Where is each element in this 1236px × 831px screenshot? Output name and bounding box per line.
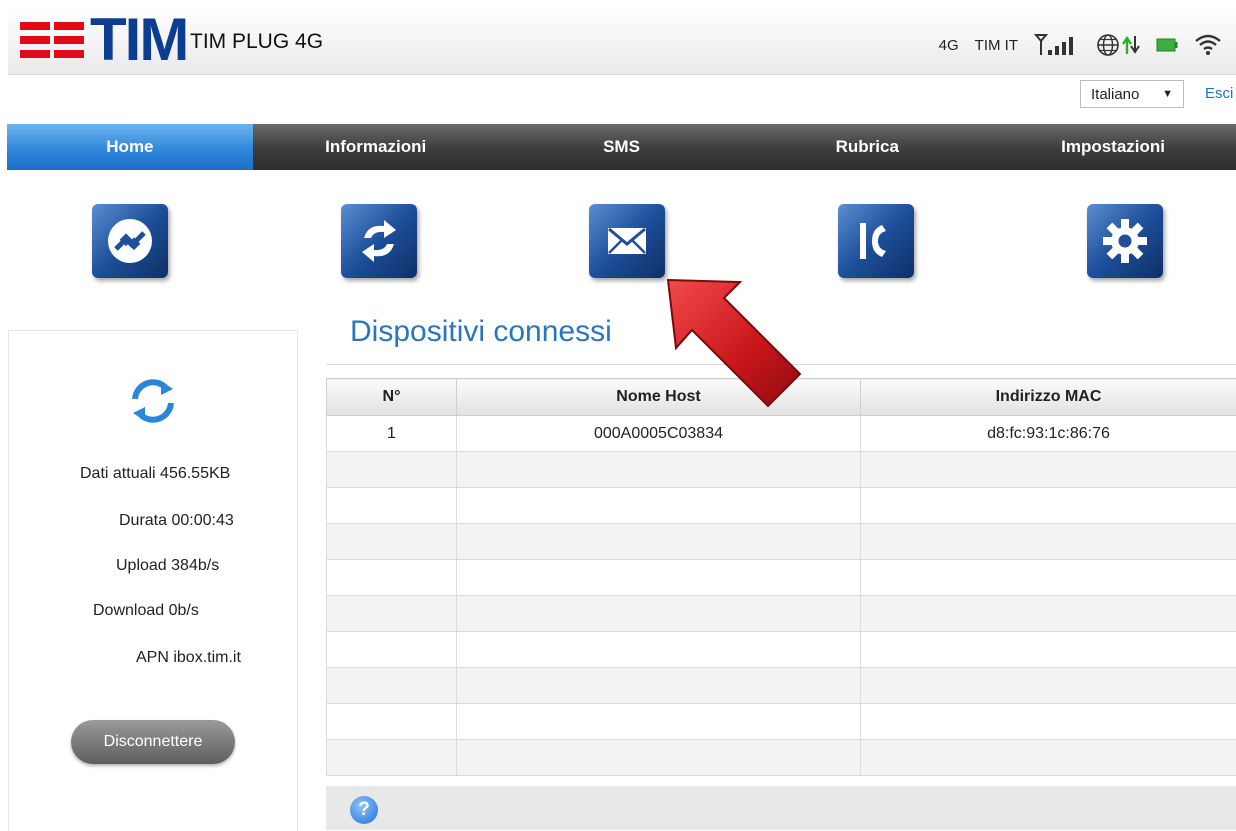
logo-text: TIM <box>90 10 187 70</box>
globe-icon <box>1096 33 1120 57</box>
stat-upload: Upload 384b/s <box>116 557 219 575</box>
nav-home[interactable]: Home <box>7 124 253 170</box>
logout-link[interactable]: Esci <box>1205 85 1233 102</box>
table-cell <box>861 632 1236 668</box>
table-cell <box>861 560 1236 596</box>
table-cell <box>457 632 861 668</box>
main-nav: Home Informazioni SMS Rubrica Impostazio… <box>7 124 1236 170</box>
settings-icon <box>1100 216 1150 266</box>
table-row <box>327 632 1236 668</box>
carrier-name: TIM IT <box>975 37 1018 54</box>
status-bar: 4G TIM IT <box>939 30 1222 60</box>
table-cell <box>457 560 861 596</box>
wifi-icon <box>1194 32 1222 58</box>
table-cell <box>327 668 457 704</box>
table-row <box>327 740 1236 776</box>
table-cell <box>457 704 861 740</box>
table-cell <box>327 596 457 632</box>
table-cell <box>327 488 457 524</box>
stat-duration: Durata 00:00:43 <box>119 512 234 530</box>
language-select[interactable]: Italiano ▼ <box>1080 80 1184 108</box>
table-cell: d8:fc:93:1c:86:76 <box>861 416 1236 452</box>
table-cell: 000A0005C03834 <box>457 416 861 452</box>
table-cell <box>457 452 861 488</box>
table-row <box>327 524 1236 560</box>
table-cell <box>861 524 1236 560</box>
globe-data-group <box>1096 33 1140 57</box>
language-selected: Italiano <box>1091 86 1139 103</box>
table-cell <box>861 668 1236 704</box>
column-header: N° <box>327 379 457 416</box>
table-cell <box>327 452 457 488</box>
help-icon[interactable]: ? <box>350 796 378 824</box>
stat-apn: APN ibox.tim.it <box>136 649 241 667</box>
nav-sms[interactable]: SMS <box>499 124 745 170</box>
refresh-icon[interactable] <box>127 375 179 427</box>
connection-status-panel: Dati attuali 456.55KB Durata 00:00:43 Up… <box>8 330 298 831</box>
table-cell <box>457 740 861 776</box>
dropdown-arrow-icon: ▼ <box>1162 88 1173 100</box>
column-header: Indirizzo MAC <box>861 379 1236 416</box>
section-title: Dispositivi connessi <box>350 315 612 349</box>
nav-impostazioni[interactable]: Impostazioni <box>990 124 1236 170</box>
table-row <box>327 596 1236 632</box>
phonebook-shortcut[interactable] <box>838 204 914 278</box>
table-cell <box>327 632 457 668</box>
disconnect-button[interactable]: Disconnettere <box>71 720 235 764</box>
phone-icon <box>856 217 896 265</box>
table-row <box>327 488 1236 524</box>
table-cell <box>327 740 457 776</box>
connection-icon <box>104 215 156 267</box>
footer-bar: ? <box>326 786 1236 830</box>
connection-shortcut[interactable] <box>92 204 168 278</box>
table-cell <box>327 560 457 596</box>
product-name: TIM PLUG 4G <box>190 30 323 54</box>
network-type: 4G <box>939 37 959 54</box>
nav-informazioni[interactable]: Informazioni <box>253 124 499 170</box>
table-cell <box>457 596 861 632</box>
red-arrow-icon <box>660 270 810 420</box>
signal-icon <box>1034 33 1080 57</box>
table-cell <box>457 668 861 704</box>
table-row <box>327 560 1236 596</box>
mail-icon <box>606 225 648 257</box>
table-cell <box>861 596 1236 632</box>
data-transfer-icon <box>1122 34 1140 56</box>
settings-shortcut[interactable] <box>1087 204 1163 278</box>
table-cell <box>861 452 1236 488</box>
table-cell <box>861 488 1236 524</box>
stat-download: Download 0b/s <box>93 602 199 620</box>
sms-shortcut[interactable] <box>589 204 665 278</box>
table-cell <box>861 704 1236 740</box>
stat-data: Dati attuali 456.55KB <box>80 465 230 483</box>
table-row <box>327 668 1236 704</box>
table-row <box>327 452 1236 488</box>
devices-table: N° Nome Host Indirizzo MAC 1000A0005C038… <box>326 378 1236 776</box>
table-cell <box>861 740 1236 776</box>
table-row <box>327 704 1236 740</box>
sync-icon <box>354 216 404 266</box>
top-header: TIM TIM PLUG 4G 4G TIM IT <box>8 8 1236 75</box>
table-cell <box>457 488 861 524</box>
tim-logo-icon <box>20 16 84 64</box>
table-row: 1000A0005C03834d8:fc:93:1c:86:76 <box>327 416 1236 452</box>
table-cell <box>457 524 861 560</box>
table-cell <box>327 524 457 560</box>
sync-shortcut[interactable] <box>341 204 417 278</box>
nav-rubrica[interactable]: Rubrica <box>744 124 990 170</box>
battery-icon <box>1156 37 1178 53</box>
table-cell: 1 <box>327 416 457 452</box>
table-cell <box>327 704 457 740</box>
